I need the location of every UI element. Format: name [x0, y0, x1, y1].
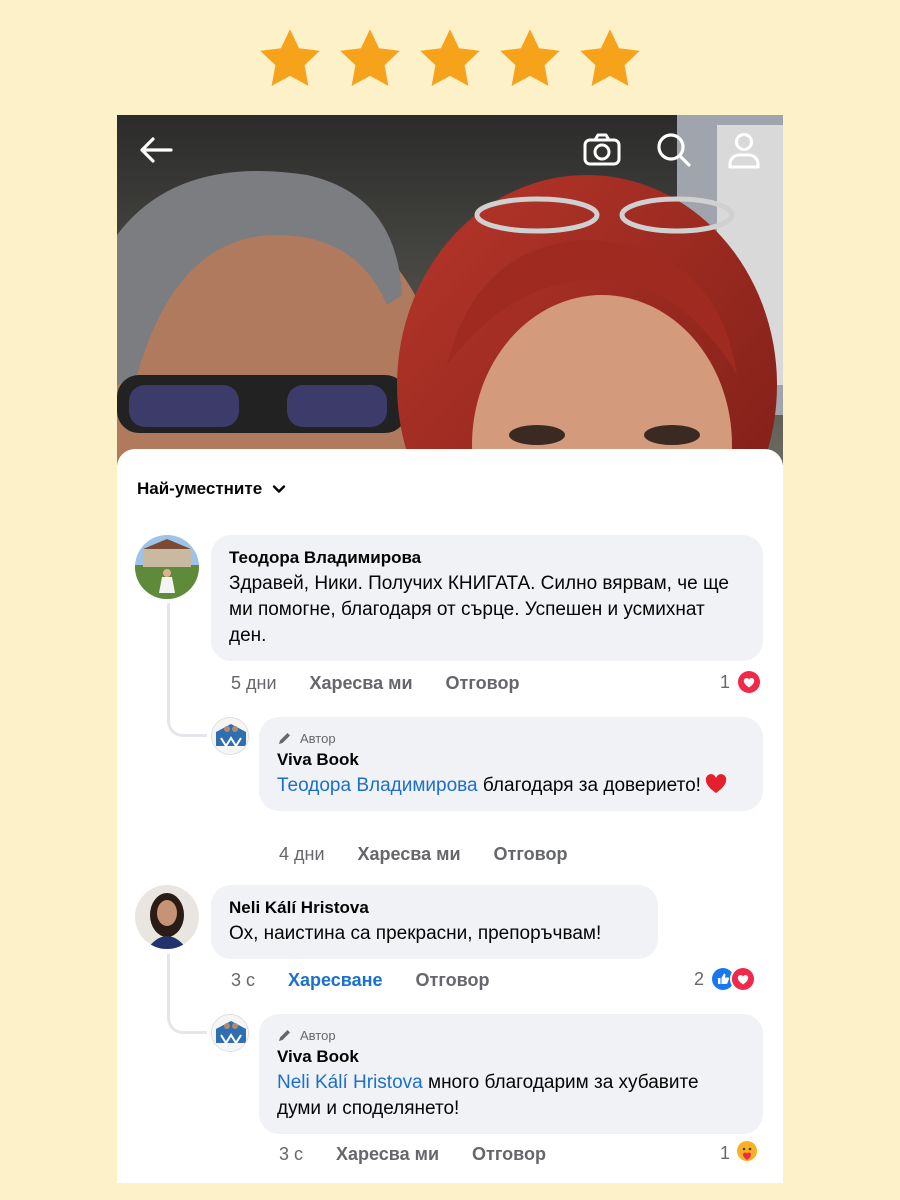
comment-text: Ох, наистина са прекрасни, препоръчвам!: [229, 923, 602, 944]
like-button[interactable]: Харесване: [288, 970, 383, 991]
back-arrow-icon[interactable]: [135, 129, 177, 171]
like-button[interactable]: Харесва ми: [336, 1144, 439, 1165]
like-button[interactable]: Харесва ми: [358, 844, 461, 865]
thread-line: [167, 954, 207, 1034]
sort-label: Най-уместните: [137, 479, 263, 498]
star-icon: [495, 24, 565, 94]
comment-actions: 3 с Харесване Отговор: [231, 970, 522, 991]
reply-author[interactable]: Viva Book: [277, 1046, 745, 1068]
search-icon[interactable]: [653, 129, 695, 171]
reaction-summary[interactable]: 1: [720, 1140, 762, 1166]
thread-line: [167, 603, 207, 737]
profile-icon[interactable]: [723, 129, 765, 171]
sort-dropdown[interactable]: Най-уместните: [137, 479, 286, 499]
comment-time: 5 дни: [231, 673, 277, 693]
author-badge-label: Автор: [300, 730, 336, 746]
comment-bubble: Neli Kálí Hristova Ох, наистина са прекр…: [211, 885, 658, 959]
star-icon: [255, 24, 325, 94]
comment-author[interactable]: Теодора Владимирова: [229, 547, 745, 569]
author-badge: Автор: [277, 1026, 745, 1044]
avatar[interactable]: [135, 535, 199, 599]
reply-time: 3 с: [279, 1144, 304, 1164]
chevron-down-icon: [272, 482, 286, 496]
reaction-count: 1: [720, 1142, 731, 1163]
reply-text: Neli Kálí Hristova много благодарим за х…: [277, 1070, 745, 1122]
reply-time: 4 дни: [279, 844, 325, 864]
mention-link[interactable]: Neli Kálí Hristova: [277, 1072, 423, 1093]
reaction-summary[interactable]: 2: [694, 966, 757, 992]
reply-author[interactable]: Viva Book: [277, 749, 745, 771]
reply-button[interactable]: Отговор: [472, 1144, 546, 1165]
reply-text: Теодора Владимирова благодаря за доверие…: [277, 773, 745, 799]
avatar[interactable]: [211, 1014, 249, 1052]
reaction-summary[interactable]: 1: [720, 669, 763, 695]
pen-icon: [277, 1028, 292, 1043]
star-rating: [0, 24, 900, 96]
reply-message: благодаря за доверието!: [482, 775, 701, 796]
reaction-count: 1: [720, 671, 731, 692]
mention-link[interactable]: Теодора Владимирова: [277, 775, 478, 796]
heart-reaction-icon: [730, 966, 757, 992]
red-heart-emoji-icon: [705, 774, 727, 794]
reply-button[interactable]: Отговор: [416, 970, 490, 991]
comments-sheet: Най-уместните Теодора Владимирова Здраве…: [117, 449, 783, 1183]
comment-bubble: Теодора Владимирова Здравей, Ники. Получ…: [211, 535, 763, 661]
reply-button[interactable]: Отговор: [446, 673, 520, 694]
care-reaction-icon: [736, 1140, 762, 1166]
reaction-count: 2: [694, 968, 705, 989]
comment-author[interactable]: Neli Kálí Hristova: [229, 897, 640, 919]
author-badge-label: Автор: [300, 1027, 336, 1043]
heart-reaction-icon: [736, 669, 763, 695]
top-bar: [117, 115, 783, 185]
like-button[interactable]: Харесва ми: [310, 673, 413, 694]
avatar[interactable]: [211, 717, 249, 755]
reply-bubble: Автор Viva Book Теодора Владимирова благ…: [259, 717, 763, 811]
star-icon: [335, 24, 405, 94]
reply-bubble: Автор Viva Book Neli Kálí Hristova много…: [259, 1014, 763, 1134]
comment-time: 3 с: [231, 970, 256, 990]
reply-actions: 4 дни Харесва ми Отговор: [279, 844, 600, 865]
star-icon: [575, 24, 645, 94]
avatar[interactable]: [135, 885, 199, 949]
reply-actions: 3 с Харесва ми Отговор: [279, 1144, 579, 1165]
camera-icon[interactable]: [581, 129, 623, 171]
phone-screenshot: Най-уместните Теодора Владимирова Здраве…: [117, 115, 783, 1183]
author-badge: Автор: [277, 729, 745, 747]
comment-actions: 5 дни Харесва ми Отговор: [231, 673, 552, 694]
star-icon: [415, 24, 485, 94]
comment-text: Здравей, Ники. Получих КНИГАТА. Силно вя…: [229, 573, 729, 646]
reply-button[interactable]: Отговор: [494, 844, 568, 865]
pen-icon: [277, 731, 292, 746]
